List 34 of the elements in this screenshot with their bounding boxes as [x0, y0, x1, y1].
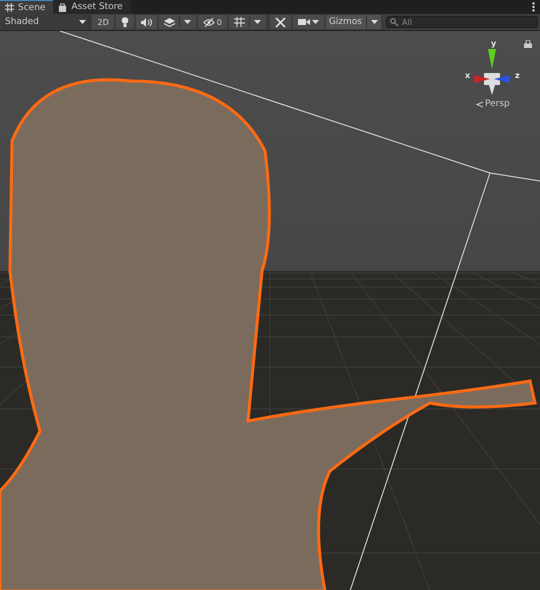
speaker-icon: [140, 18, 152, 26]
audio-toggle[interactable]: [136, 15, 157, 29]
caret-icon: [184, 20, 191, 24]
tab[interactable]: Asset Store: [53, 0, 131, 14]
axis-label: z: [515, 71, 520, 80]
2d-toggle[interactable]: 2D: [92, 15, 114, 29]
caret-icon: [254, 20, 261, 24]
caret-icon: [371, 20, 378, 24]
camera-dropdown[interactable]: [292, 15, 324, 29]
gizmos-dropdown[interactable]: Gizmos: [326, 15, 381, 29]
caret-icon: [79, 20, 86, 24]
projection-toggle[interactable]: Persp: [476, 99, 510, 109]
more-options-icon[interactable]: [532, 2, 535, 12]
tab[interactable]: Scene: [0, 0, 54, 14]
crossed-eye-icon: [202, 18, 215, 26]
lighting-toggle[interactable]: [116, 15, 134, 29]
tools-button[interactable]: [270, 15, 291, 29]
axis-label: y: [491, 39, 496, 48]
hidden-objects-toggle[interactable]: 0: [198, 15, 227, 29]
axis-label: x: [465, 71, 470, 80]
caret-icon: [312, 20, 319, 24]
grid-dropdown[interactable]: [228, 15, 266, 29]
search-icon: [390, 18, 399, 26]
search-field[interactable]: All: [386, 16, 538, 28]
tools-icon: [274, 16, 286, 28]
grid-icon: [5, 3, 14, 12]
light-bulb-icon: [120, 17, 129, 27]
effects-dropdown[interactable]: [158, 15, 196, 29]
grid-icon: [234, 17, 245, 27]
camera-icon: [298, 18, 310, 26]
lock-icon[interactable]: [524, 40, 532, 48]
layers-icon: [164, 17, 175, 27]
bag-icon: [58, 2, 68, 12]
chevron-icon: [476, 100, 483, 108]
